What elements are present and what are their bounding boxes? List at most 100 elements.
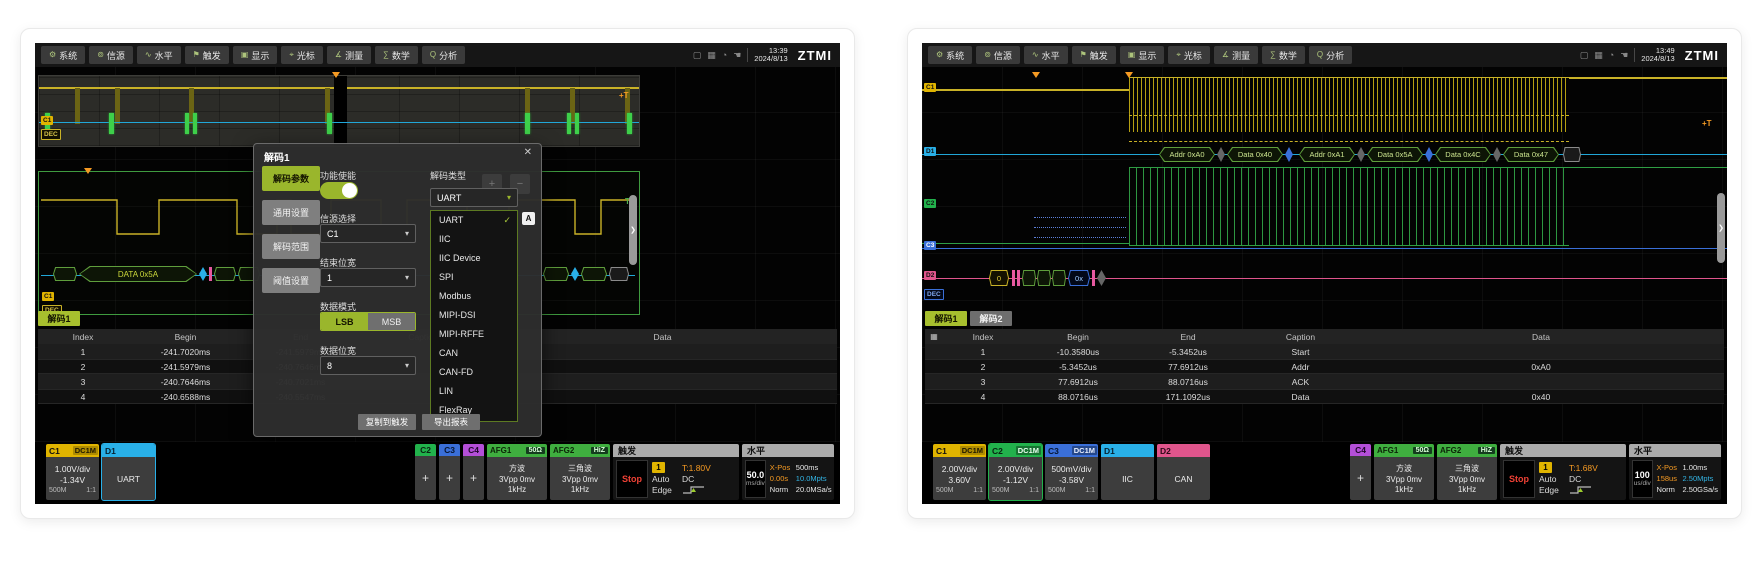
touch-icon[interactable]	[733, 51, 741, 60]
pre-trigger-marker: +T	[619, 91, 629, 100]
nav-threshold-settings[interactable]: 阈值设置	[262, 268, 320, 293]
menu-measure[interactable]: 测量	[327, 46, 371, 64]
cell-data: 0xA0	[1358, 362, 1724, 372]
channel-block-d1[interactable]: D1 UART	[102, 444, 155, 500]
cell-caption: ACK	[1243, 377, 1358, 387]
menu-label: 显示	[1138, 49, 1156, 62]
datawidth-select[interactable]: 8	[320, 356, 416, 375]
afg1-block[interactable]: AFG150Ω 方波3Vpp 0mv1kHz	[487, 444, 547, 500]
save-icon[interactable]	[1594, 51, 1603, 60]
channel-id: C4	[463, 445, 484, 455]
option-mipi-dsi[interactable]: MIPI-DSI	[431, 306, 517, 325]
table-grid-icon[interactable]	[925, 332, 943, 341]
trigger-position-marker[interactable]	[332, 72, 340, 78]
option-can[interactable]: CAN	[431, 344, 517, 363]
menu-system[interactable]: 系统	[928, 46, 972, 64]
table-row[interactable]: 488.0716us171.1092usData0x40	[925, 389, 1724, 404]
channel-block-c2[interactable]: C2DC1M 2.00V/div-1.12V 500M1:1	[989, 444, 1042, 500]
menu-trigger[interactable]: 触发	[185, 46, 229, 64]
msb-label: MSB	[382, 317, 402, 327]
option-iic[interactable]: IIC	[431, 230, 517, 249]
option-spi[interactable]: SPI	[431, 268, 517, 287]
channel-scale: 2.00V/div	[933, 464, 986, 474]
trigger-panel[interactable]: 触发 Stop 1 T:1.80V Auto DC Edge	[613, 444, 739, 500]
option-mipi-rffe[interactable]: MIPI-RFFE	[431, 325, 517, 344]
afg-id: AFG1	[487, 446, 526, 455]
channel-block-c4[interactable]: C4 +	[463, 444, 484, 500]
menu-analysis[interactable]: 分析	[422, 46, 465, 64]
vertical-scrollbar[interactable]	[1717, 193, 1725, 263]
c1-burst	[115, 88, 120, 124]
option-uart[interactable]: UART	[431, 211, 517, 230]
keyboard-icon[interactable]: A	[522, 212, 535, 225]
source-select[interactable]: C1	[320, 224, 416, 243]
lsb-button[interactable]: LSB	[321, 313, 368, 330]
screen-icon[interactable]	[693, 51, 702, 60]
vertical-scrollbar[interactable]	[629, 195, 637, 265]
menu-math[interactable]: 数学	[1262, 46, 1305, 64]
menu-horizontal[interactable]: 水平	[1024, 46, 1068, 64]
can-bar	[1012, 270, 1015, 286]
channel-block-d1[interactable]: D1 IIC	[1101, 444, 1154, 500]
afg1-block[interactable]: AFG150Ω 方波3Vpp 0mv1kHz	[1374, 444, 1434, 500]
screen-icon[interactable]	[1580, 51, 1589, 60]
table-row[interactable]: 2-5.3452us77.6912usAddr0xA0	[925, 359, 1724, 374]
touch-icon[interactable]	[1620, 51, 1628, 60]
channel-block-c4[interactable]: C4 +	[1350, 444, 1371, 500]
stopbits-select[interactable]: 1	[320, 268, 416, 287]
msb-button[interactable]: MSB	[368, 313, 415, 330]
channel-block-c3[interactable]: C3 +	[439, 444, 460, 500]
menu-display[interactable]: 显示	[233, 46, 278, 64]
network-icon[interactable]	[722, 51, 727, 60]
option-iic-device[interactable]: IIC Device	[431, 249, 517, 268]
menu-display[interactable]: 显示	[1120, 46, 1165, 64]
col-index: Index	[943, 332, 1023, 342]
menu-horizontal[interactable]: 水平	[137, 46, 181, 64]
option-can-fd[interactable]: CAN-FD	[431, 363, 517, 382]
option-lin[interactable]: LIN	[431, 382, 517, 401]
decode-tab-1[interactable]: 解码1	[925, 311, 967, 326]
xpos-value: 500ms	[796, 463, 832, 472]
menu-cursor[interactable]: 光标	[1168, 46, 1210, 64]
menu-cursor[interactable]: 光标	[281, 46, 323, 64]
menu-trigger[interactable]: 触发	[1072, 46, 1116, 64]
save-icon[interactable]	[707, 51, 716, 60]
horizontal-panel[interactable]: 水平 50.0ms/div X-Pos500ms 0.00s10.0Mpts N…	[742, 444, 834, 500]
table-row[interactable]: 377.6912us88.0716usACK	[925, 374, 1724, 389]
trigger-panel[interactable]: 触发 Stop 1 T:1.68V Auto DC Edge	[1500, 444, 1626, 500]
waveform-area[interactable]: C1 DEC +T C1 DEC DATA 0x5A T 解码1	[35, 67, 840, 442]
channel-block-c1[interactable]: C1DC1M 1.00V/div-1.34V 500M1:1	[46, 444, 99, 500]
afg2-block[interactable]: AFG2HiZ 三角波3Vpp 0mv1kHz	[1437, 444, 1497, 500]
horizontal-panel[interactable]: 水平 100us/div X-Pos1.00ms 158us2.50Mpts N…	[1629, 444, 1721, 500]
cell-end: 88.0716us	[1133, 377, 1243, 387]
afg2-block[interactable]: AFG2HiZ 三角波3Vpp 0mv1kHz	[550, 444, 610, 500]
channel-block-d2[interactable]: D2 CAN	[1157, 444, 1210, 500]
option-modbus[interactable]: Modbus	[431, 287, 517, 306]
menu-math[interactable]: 数学	[375, 46, 418, 64]
export-report-button[interactable]: 导出报表	[422, 414, 480, 430]
menu-measure[interactable]: 测量	[1214, 46, 1258, 64]
close-icon[interactable]: ✕	[524, 147, 532, 158]
record-overview-strip[interactable]: C1 DEC	[38, 75, 640, 147]
decode-type-select[interactable]: UART	[430, 188, 518, 207]
nav-decode-range[interactable]: 解码范围	[262, 234, 320, 259]
acquire-mode: Norm	[770, 485, 796, 494]
d1-channel-chip: D1	[924, 147, 936, 156]
channel-block-c3[interactable]: C3DC1M 500mV/div-3.58V 500M1:1	[1045, 444, 1098, 500]
menu-label: 水平	[155, 49, 173, 62]
nav-general-settings[interactable]: 通用设置	[262, 200, 320, 225]
decode-tab-1[interactable]: 解码1	[38, 311, 80, 326]
decode-tab-2[interactable]: 解码2	[970, 311, 1012, 326]
table-row[interactable]: 1-10.3580us-5.3452usStart	[925, 344, 1724, 359]
menu-source[interactable]: 信源	[976, 46, 1020, 64]
network-icon[interactable]	[1609, 51, 1614, 60]
channel-block-c2[interactable]: C2 +	[415, 444, 436, 500]
menu-source[interactable]: 信源	[89, 46, 133, 64]
waveform-area[interactable]: C1 D1 Addr 0xA0 Data 0x40 Addr 0xA1 Data…	[922, 67, 1727, 442]
nav-decode-params[interactable]: 解码参数	[262, 166, 320, 191]
copy-to-trigger-button[interactable]: 复制到触发	[358, 414, 416, 430]
channel-block-c1[interactable]: C1DC1M 2.00V/div3.60V 500M1:1	[933, 444, 986, 500]
menu-analysis[interactable]: 分析	[1309, 46, 1352, 64]
enable-toggle[interactable]	[320, 182, 358, 199]
menu-system[interactable]: 系统	[41, 46, 85, 64]
